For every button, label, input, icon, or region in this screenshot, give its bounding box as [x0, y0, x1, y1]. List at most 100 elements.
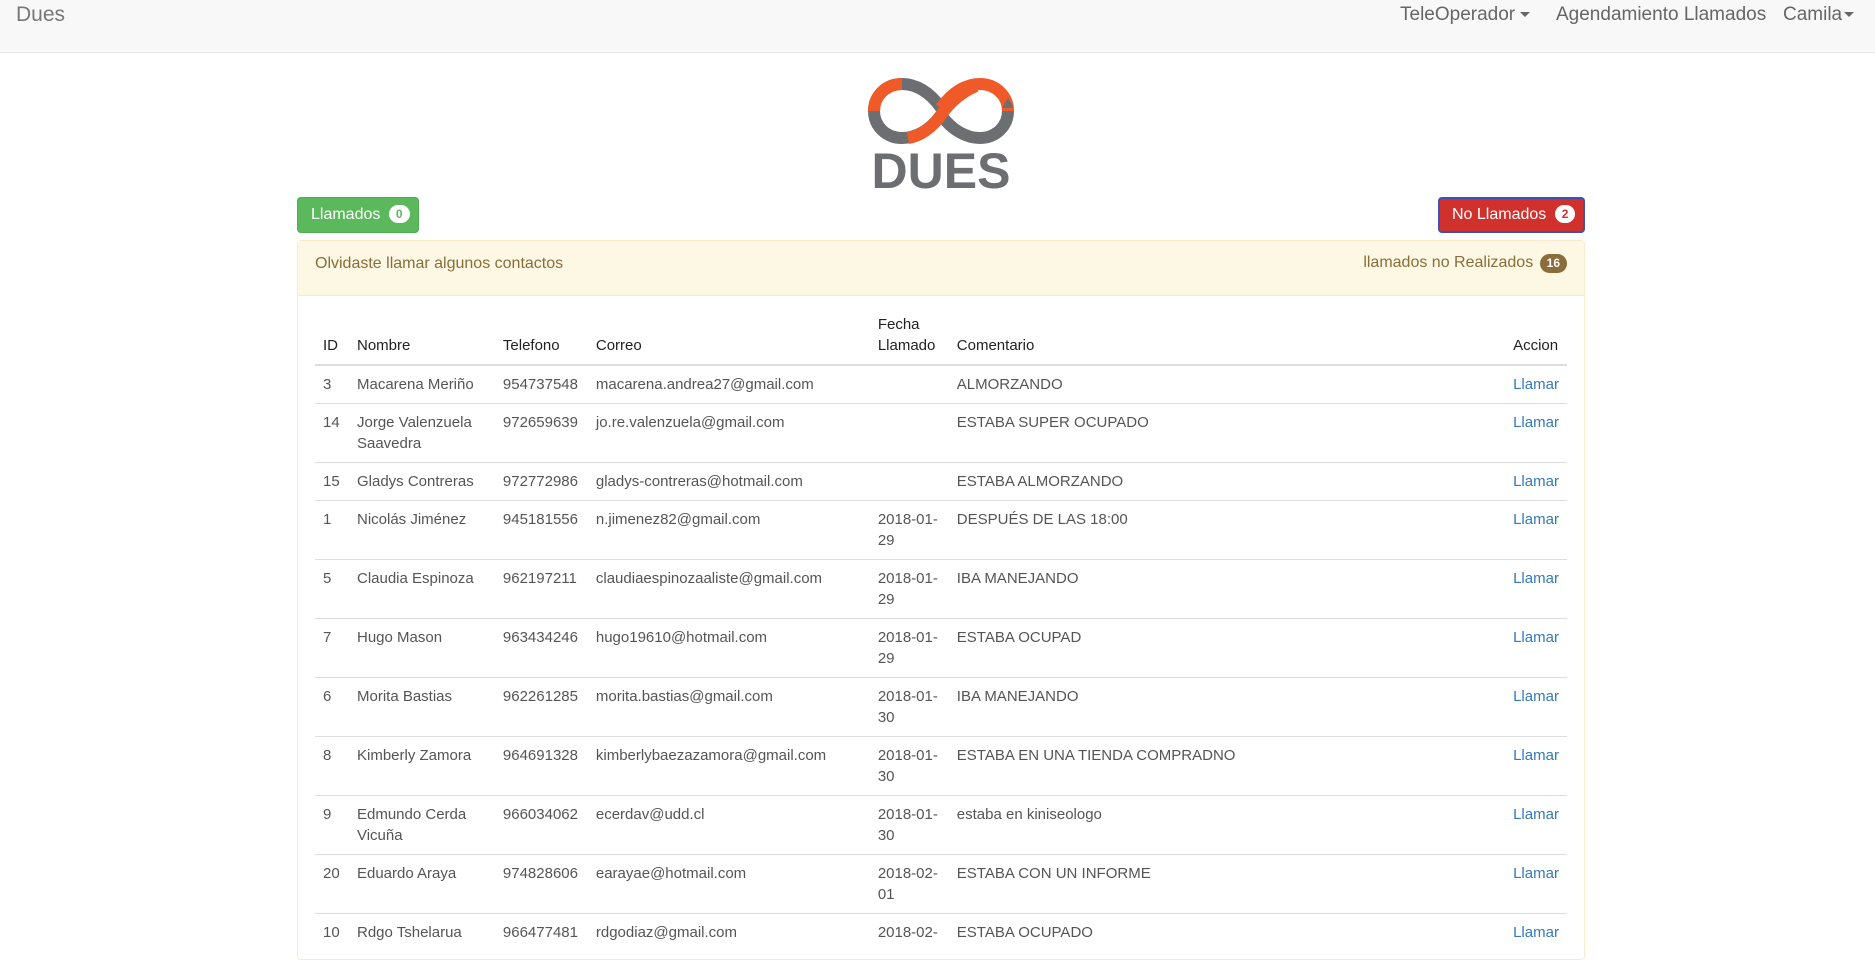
- cell-nombre: Claudia Espinoza: [348, 559, 495, 619]
- cell-id: 10: [315, 913, 349, 951]
- cell-comentario: ALMORZANDO: [948, 364, 1506, 404]
- table-row: 1 Nicolás Jiménez 945181556 n.jimenez82@gma…: [315, 500, 1567, 560]
- table-row: 8 Kimberly Zamora 964691328 kimberlybaezaza…: [315, 736, 1567, 796]
- cell-telefono: 954737548: [494, 364, 588, 404]
- top-navbar: Dues TeleOperador Agendamiento Llamados …: [0, 0, 1875, 53]
- cell-comentario: IBA MANEJANDO: [948, 559, 1506, 619]
- cell-fecha-llamado: [869, 364, 949, 404]
- cell-fecha-llamado: 2018-02-: [869, 913, 949, 951]
- cell-telefono: 962197211: [494, 559, 588, 619]
- llamar-link[interactable]: Llamar: [1505, 795, 1567, 855]
- cell-telefono: 974828606: [494, 854, 588, 914]
- cell-nombre: Nicolás Jiménez: [348, 500, 495, 560]
- cell-fecha-llamado: [869, 403, 949, 463]
- cell-comentario: ESTABA SUPER OCUPADO: [948, 403, 1506, 463]
- llamar-link[interactable]: Llamar: [1505, 500, 1567, 560]
- cell-comentario: ESTABA OCUPAD: [948, 618, 1506, 678]
- cell-comentario: ESTABA CON UN INFORME: [948, 854, 1506, 914]
- llamados-button[interactable]: Llamados 0: [297, 197, 419, 233]
- cell-nombre: Jorge Valenzuela Saavedra: [348, 403, 495, 463]
- cell-correo: claudiaespinozaaliste@gmail.com: [587, 559, 870, 619]
- pending-counter-label: llamados no Realizados: [1363, 254, 1534, 271]
- cell-comentario: ESTABA OCUPADO: [948, 913, 1506, 951]
- cell-id: 6: [315, 677, 349, 737]
- nav-agendamiento-link[interactable]: Agendamiento Llamados: [1556, 4, 1766, 26]
- no-llamados-label: No Llamados: [1452, 206, 1547, 223]
- llamados-label: Llamados: [311, 206, 381, 223]
- table-row: 10 Rdgo Tshelarua 966477481 rdgodiaz@gmail.…: [315, 913, 1567, 951]
- cell-correo: macarena.andrea27@gmail.com: [587, 364, 870, 404]
- panel-message: Olvidaste llamar algunos contactos: [315, 255, 564, 272]
- nav-user-label: Camila: [1783, 4, 1843, 25]
- llamar-link[interactable]: Llamar: [1505, 364, 1567, 404]
- cell-id: 3: [315, 364, 349, 404]
- cell-correo: jo.re.valenzuela@gmail.com: [587, 403, 870, 463]
- cell-fecha-llamado: 2018-01- 29: [869, 500, 949, 560]
- table-row: 14 Jorge Valenzuela Saavedra 972659639 jo.r…: [315, 403, 1567, 463]
- llamar-link[interactable]: Llamar: [1505, 854, 1567, 914]
- cell-comentario: ESTABA ALMORZANDO: [948, 462, 1506, 501]
- cell-correo: morita.bastias@gmail.com: [587, 677, 870, 737]
- llamar-link[interactable]: Llamar: [1505, 618, 1567, 678]
- table-row: 15 Gladys Contreras 972772986 gladys-contre…: [315, 462, 1567, 501]
- cell-telefono: 962261285: [494, 677, 588, 737]
- cell-fecha-llamado: 2018-02- 01: [869, 854, 949, 914]
- nav-user-dropdown[interactable]: Camila: [1783, 4, 1855, 26]
- cell-id: 20: [315, 854, 349, 914]
- chevron-down-icon: [1520, 12, 1531, 18]
- chevron-down-icon: [1844, 12, 1855, 18]
- llamar-link[interactable]: Llamar: [1505, 462, 1567, 501]
- panel-heading: Olvidaste llamar algunos contactos llama…: [298, 241, 1584, 296]
- table-row: 20 Eduardo Araya 974828606 earayae@hotmail.…: [315, 854, 1567, 914]
- cell-fecha-llamado: 2018-01- 29: [869, 618, 949, 678]
- cell-comentario: estaba en kiniseologo: [948, 795, 1506, 855]
- nav-teleoperador-dropdown[interactable]: TeleOperador: [1400, 4, 1531, 26]
- header-fecha-llamado: Fecha Llamado: [869, 306, 949, 366]
- cell-id: 7: [315, 618, 349, 678]
- cell-correo: rdgodiaz@gmail.com: [587, 913, 870, 951]
- header-nombre: Nombre: [348, 306, 495, 366]
- brand-link[interactable]: Dues: [16, 3, 65, 27]
- header-accion: Accion: [1505, 306, 1567, 366]
- cell-correo: kimberlybaezazamora@gmail.com: [587, 736, 870, 796]
- dues-logo: DUES: [868, 78, 1014, 193]
- cell-comentario: IBA MANEJANDO: [948, 677, 1506, 737]
- cell-nombre: Kimberly Zamora: [348, 736, 495, 796]
- nav-teleoperador-label: TeleOperador: [1400, 4, 1516, 25]
- llamar-link[interactable]: Llamar: [1505, 736, 1567, 796]
- cell-fecha-llamado: 2018-01- 30: [869, 795, 949, 855]
- table-header-row: ID Nombre Telefono Correo Fecha Llamado C…: [315, 306, 1567, 366]
- header-comentario: Comentario: [948, 306, 1506, 366]
- llamar-link[interactable]: Llamar: [1505, 913, 1567, 951]
- cell-nombre: Hugo Mason: [348, 618, 495, 678]
- header-id: ID: [315, 306, 349, 366]
- cell-correo: gladys-contreras@hotmail.com: [587, 462, 870, 501]
- cell-telefono: 972659639: [494, 403, 588, 463]
- header-correo: Correo: [587, 306, 870, 366]
- logo-text: DUES: [872, 143, 1011, 193]
- llamados-count-badge: 0: [388, 205, 410, 223]
- no-llamados-button[interactable]: No Llamados 2: [1438, 197, 1585, 233]
- llamar-link[interactable]: Llamar: [1505, 559, 1567, 619]
- cell-comentario: DESPUÉS DE LAS 18:00: [948, 500, 1506, 560]
- pending-calls-panel: Olvidaste llamar algunos contactos llama…: [297, 240, 1585, 960]
- cell-id: 1: [315, 500, 349, 560]
- cell-id: 15: [315, 462, 349, 501]
- llamar-link[interactable]: Llamar: [1505, 677, 1567, 737]
- cell-nombre: Gladys Contreras: [348, 462, 495, 501]
- table-row: 3 Macarena Meriño 954737548 macarena.andrea…: [315, 364, 1567, 404]
- cell-id: 14: [315, 403, 349, 463]
- cell-telefono: 964691328: [494, 736, 588, 796]
- cell-nombre: Macarena Meriño: [348, 364, 495, 404]
- table-row: 6 Morita Bastias 962261285 morita.bastias@g…: [315, 677, 1567, 737]
- cell-correo: hugo19610@hotmail.com: [587, 618, 870, 678]
- cell-telefono: 963434246: [494, 618, 588, 678]
- cell-id: 8: [315, 736, 349, 796]
- cell-fecha-llamado: [869, 462, 949, 501]
- cell-nombre: Rdgo Tshelarua: [348, 913, 495, 951]
- llamar-link[interactable]: Llamar: [1505, 403, 1567, 463]
- cell-correo: n.jimenez82@gmail.com: [587, 500, 870, 560]
- header-telefono: Telefono: [494, 306, 588, 366]
- cell-fecha-llamado: 2018-01- 30: [869, 677, 949, 737]
- cell-telefono: 945181556: [494, 500, 588, 560]
